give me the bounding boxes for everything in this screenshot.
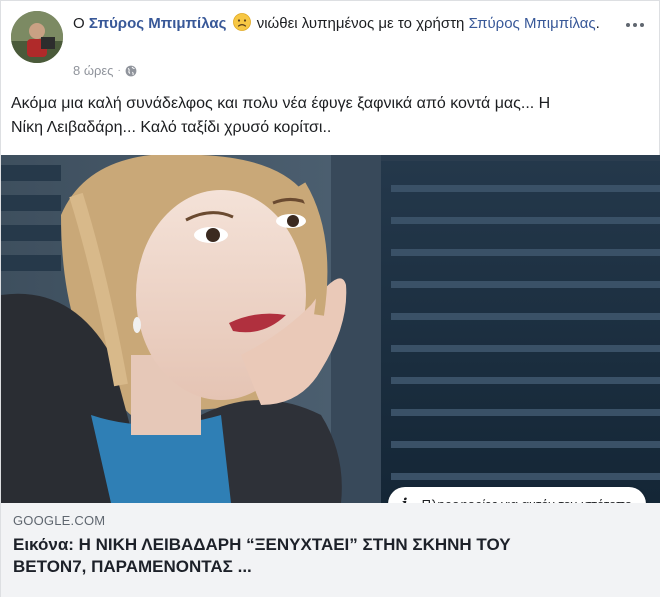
post-card: Ο Σπύρος Μπιμπίλας νιώθει λυπημένος με τ… [0, 0, 660, 597]
more-dot [626, 23, 630, 27]
post-text-line: Νίκη Λειβαδάρη... Καλό ταξίδι χρυσό κορί… [11, 119, 332, 136]
more-dot [640, 23, 644, 27]
feeling-text: νιώθει λυπημένος με το χρήστη [256, 15, 465, 32]
post-meta: 8 ώρες · [73, 63, 137, 78]
link-title-line: ΒΕΤΟΝ7, ΠΑΡΑΜΕΝΟΝΤΑΣ ... [13, 557, 252, 576]
more-dot [633, 23, 637, 27]
post-text-line: Ακόμα μια καλή συνάδελφος και πολυ νέα έ… [11, 95, 551, 112]
tagged-user-link[interactable]: Σπύρος Μπιμπίλας [469, 15, 596, 32]
link-title-line: Εικόνα: Η ΝΙΚΗ ΛΕΙΒΑΔΑΡΗ “ΞΕΝΥΧΤΑΕΙ” ΣΤΗ… [13, 535, 511, 554]
post-header: Ο Σπύρος Μπιμπίλας νιώθει λυπημένος με τ… [11, 11, 649, 78]
headline-trailing: . [595, 15, 600, 32]
link-preview-box[interactable]: GOOGLE.COM Εικόνα: Η ΝΙΚΗ ΛΕΙΒΑΔΑΡΗ “ΞΕΝ… [1, 503, 660, 597]
post-body-text: Ακόμα μια καλή συνάδελφος και πολυ νέα έ… [11, 92, 651, 140]
headline-prefix: Ο [73, 15, 85, 32]
post-timestamp[interactable]: 8 ώρες [73, 63, 113, 78]
post-headline: Ο Σπύρος Μπιμπίλας νιώθει λυπημένος με τ… [73, 13, 613, 34]
more-options-icon[interactable] [621, 15, 649, 35]
link-title[interactable]: Εικόνα: Η ΝΙΚΗ ΛΕΙΒΑΔΑΡΗ “ΞΕΝΥΧΤΑΕΙ” ΣΤΗ… [13, 534, 633, 578]
author-name-link[interactable]: Σπύρος Μπιμπίλας [89, 15, 227, 32]
meta-separator: · [117, 65, 121, 76]
sad-face-emoji-icon [232, 13, 251, 31]
link-preview-image[interactable] [1, 155, 660, 503]
link-domain: GOOGLE.COM [13, 513, 106, 528]
author-avatar[interactable] [11, 11, 63, 63]
globe-icon[interactable] [125, 65, 137, 77]
